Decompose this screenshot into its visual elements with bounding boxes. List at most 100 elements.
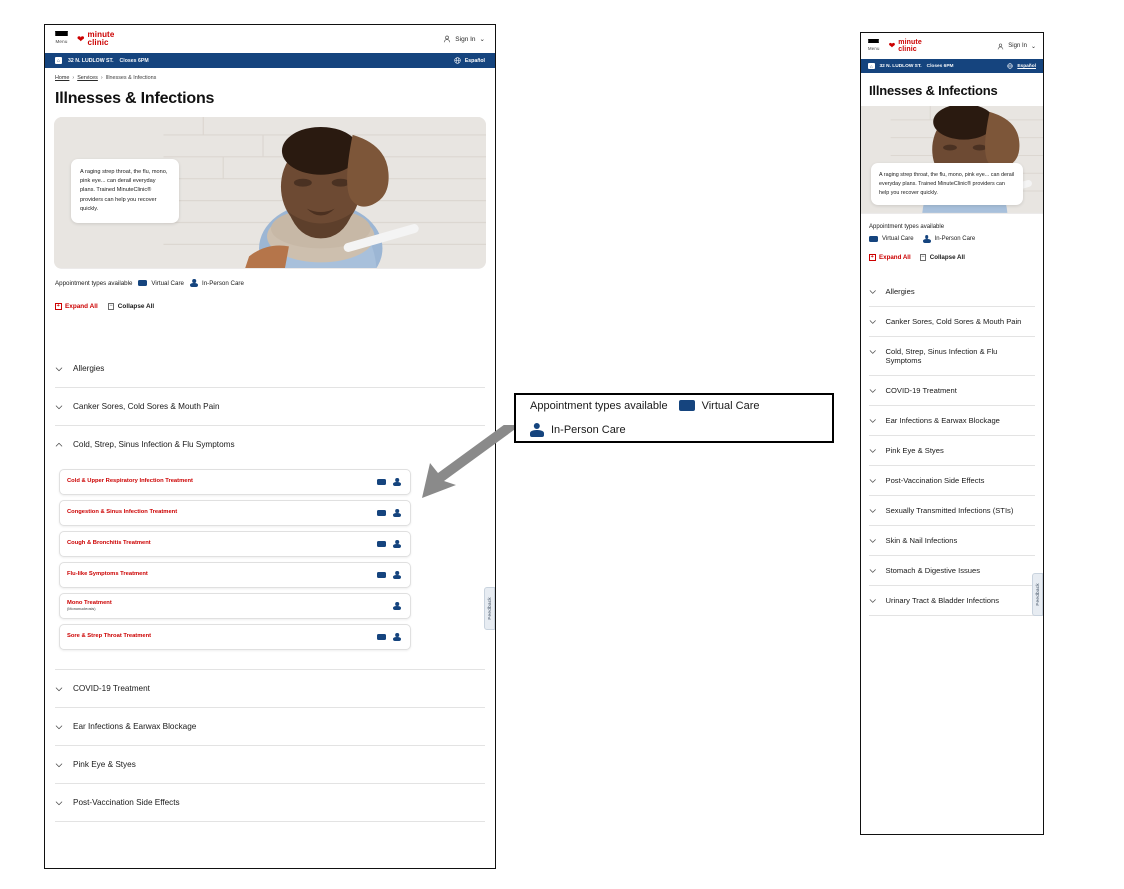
accordion-header[interactable]: Skin & Nail Infections — [869, 526, 1035, 555]
sign-in-button[interactable]: Sign In ⌄ — [443, 35, 485, 43]
site-header: Menu ❤ minute clinic Sign In ⌄ — [45, 25, 495, 53]
accordion-item: Urinary Tract & Bladder Infections — [869, 586, 1035, 616]
breadcrumb: Home › Services › Illnesses & Infections — [45, 68, 495, 81]
expand-all-button[interactable]: + Expand All — [55, 303, 98, 310]
legend-label: Appointment types available — [869, 224, 945, 230]
breadcrumb-item-home[interactable]: Home — [55, 75, 69, 81]
menu-button[interactable]: Menu — [55, 30, 68, 44]
service-card[interactable]: Cough & Bronchitis Treatment — [59, 531, 411, 557]
mobile-sign-in-button[interactable]: Sign In ⌄ — [997, 43, 1036, 50]
video-camera-icon — [138, 280, 148, 286]
minuteclinic-logo[interactable]: ❤ minute clinic — [77, 30, 115, 47]
heart-icon: ❤ — [77, 33, 85, 44]
mobile-feedback-tab[interactable]: Feedback — [1032, 573, 1043, 616]
accordion-header[interactable]: Pink Eye & Styes — [55, 746, 485, 783]
feedback-tab-label: Feedback — [487, 597, 492, 620]
language-switcher[interactable]: Español — [454, 57, 485, 64]
mobile-site-header: Menu ❤ minute clinic Sign In ⌄ — [861, 33, 1043, 59]
store-address: 32 N. LUDLOW ST. — [68, 57, 114, 64]
accordion-header[interactable]: Allergies — [869, 277, 1035, 306]
annotation-virtual-label: Virtual Care — [701, 399, 760, 412]
breadcrumb-item-services[interactable]: Services — [77, 75, 98, 81]
accordion-label: Pink Eye & Styes — [73, 760, 136, 769]
accordion-header[interactable]: Stomach & Digestive Issues — [869, 556, 1035, 585]
collapse-all-button[interactable]: − Collapse All — [107, 302, 155, 310]
minuteclinic-logo[interactable]: ❤ minute clinic — [889, 39, 922, 53]
accordion-header[interactable]: Canker Sores, Cold Sores & Mouth Pain — [55, 388, 485, 425]
desktop-accordion: Allergies Canker Sores, Cold Sores & Mout… — [45, 310, 495, 822]
accordion-item: Ear Infections & Earwax Blockage — [55, 708, 485, 746]
accordion-header[interactable]: Urinary Tract & Bladder Infections — [869, 586, 1035, 615]
service-card[interactable]: Sore & Strep Throat Treatment — [59, 624, 411, 650]
chevron-down-icon — [55, 687, 63, 692]
accordion-label: Sexually Transmitted Infections (STIs) — [885, 506, 1014, 515]
accordion-header[interactable]: Post-Vaccination Side Effects — [869, 466, 1035, 495]
chevron-down-icon — [55, 801, 63, 806]
mobile-hero-banner: A raging strep throat, the flu, mono, pi… — [861, 106, 1043, 214]
accordion-item: Pink Eye & Styes — [869, 436, 1035, 466]
accordion-header[interactable]: Ear Infections & Earwax Blockage — [55, 708, 485, 745]
logo-wordmark: minute clinic — [88, 30, 115, 47]
expand-all-button[interactable]: + Expand All — [869, 254, 911, 261]
service-card[interactable]: Flu-like Symptoms Treatment — [59, 562, 411, 588]
appointment-types-legend: Appointment types available Virtual Care… — [45, 269, 495, 287]
accordion-label: Stomach & Digestive Issues — [885, 566, 981, 575]
legend-inperson-label: In-Person Care — [201, 279, 244, 287]
mobile-accordion: Allergies Canker Sores, Cold Sores & Mout… — [861, 261, 1043, 616]
logo-wordmark: minute clinic — [898, 39, 922, 53]
chevron-down-icon — [869, 599, 876, 603]
mobile-language-switcher[interactable]: Español — [1007, 63, 1036, 69]
accordion-header[interactable]: Post-Vaccination Side Effects — [55, 784, 485, 821]
accordion-item: Allergies — [869, 277, 1035, 307]
accordion-label: Ear Infections & Earwax Blockage — [73, 722, 197, 731]
accordion-item: COVID-19 Treatment — [869, 376, 1035, 406]
mobile-browser-view: Menu ❤ minute clinic Sign In ⌄ ⌂ 32 N. L… — [860, 32, 1044, 835]
language-label: Español — [464, 57, 485, 64]
mobile-header-left-group: Menu ❤ minute clinic — [868, 38, 922, 53]
collapse-all-label: Collapse All — [117, 303, 155, 310]
store-address: 32 N. LUDLOW ST. — [879, 63, 922, 69]
hamburger-icon — [55, 30, 68, 36]
minus-icon: − — [107, 302, 115, 310]
accordion-label: Pink Eye & Styes — [885, 446, 944, 455]
accordion-header[interactable]: COVID-19 Treatment — [55, 670, 485, 707]
video-camera-icon — [377, 541, 386, 547]
mobile-menu-button[interactable]: Menu — [868, 38, 880, 52]
chevron-down-icon — [869, 290, 876, 294]
service-card[interactable]: Mono Treatment (Mononucleosis) — [59, 593, 411, 619]
accordion-header[interactable]: Sexually Transmitted Infections (STIs) — [869, 496, 1035, 525]
feedback-tab[interactable]: Feedback — [484, 587, 495, 630]
collapse-all-button[interactable]: − Collapse All — [919, 254, 965, 261]
person-icon — [393, 571, 401, 579]
breadcrumb-separator: › — [72, 75, 75, 81]
accordion-header[interactable]: Ear Infections & Earwax Blockage — [869, 406, 1035, 435]
store-location-group[interactable]: ⌂ 32 N. LUDLOW ST. Closes 6PM — [55, 57, 149, 64]
person-outline-icon — [998, 43, 1004, 49]
mobile-store-location-group[interactable]: ⌂ 32 N. LUDLOW ST. Closes 6PM — [868, 62, 954, 70]
accordion-label: Cold, Strep, Sinus Infection & Flu Sympt… — [885, 347, 998, 365]
accordion-header[interactable]: Cold, Strep, Sinus Infection & Flu Sympt… — [869, 337, 1035, 375]
service-card[interactable]: Congestion & Sinus Infection Treatment — [59, 500, 411, 526]
service-title: Mono Treatment (Mononucleosis) — [67, 599, 112, 612]
legend-virtual-label: Virtual Care — [151, 279, 184, 287]
accordion-item: Allergies — [55, 350, 485, 388]
accordion-label: Canker Sores, Cold Sores & Mouth Pain — [885, 317, 1022, 326]
person-icon — [393, 509, 401, 517]
service-card[interactable]: Cold & Upper Respiratory Infection Treat… — [59, 469, 411, 495]
menu-label: Menu — [868, 46, 880, 52]
plus-icon: + — [869, 253, 876, 261]
accordion-header[interactable]: Pink Eye & Styes — [869, 436, 1035, 465]
video-camera-icon — [678, 400, 695, 411]
logo-line-2: clinic — [898, 46, 917, 53]
collapse-all-label: Collapse All — [929, 254, 965, 261]
service-title: Sore & Strep Throat Treatment — [67, 633, 152, 640]
breadcrumb-item-current: Illnesses & Infections — [105, 75, 157, 81]
chevron-down-icon: ⌄ — [1030, 43, 1036, 50]
accordion-item: Sexually Transmitted Infections (STIs) — [869, 496, 1035, 526]
legend-virtual-care: Virtual Care — [869, 236, 914, 242]
annotation-callout-box: Appointment types available Virtual Care… — [514, 393, 834, 443]
person-icon — [393, 540, 401, 548]
accordion-header[interactable]: COVID-19 Treatment — [869, 376, 1035, 405]
accordion-header[interactable]: Allergies — [55, 350, 485, 387]
accordion-header[interactable]: Canker Sores, Cold Sores & Mouth Pain — [869, 307, 1035, 336]
